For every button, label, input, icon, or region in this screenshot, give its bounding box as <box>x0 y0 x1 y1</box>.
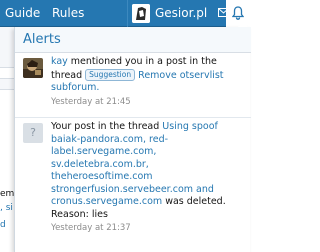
alert-user-link[interactable]: kay <box>51 56 68 67</box>
alerts-header: Alerts <box>15 27 251 53</box>
thread-prefix-badge: Suggestion <box>85 68 136 81</box>
nav-guide[interactable]: Guide <box>5 0 40 27</box>
top-nav-bar: Guide Rules Gesior.pl <box>0 0 250 28</box>
alert-message: kay mentioned you in a post in the threa… <box>51 56 243 108</box>
alert-reason: Reason: lies <box>51 208 108 220</box>
alerts-dropdown: Alerts kay mentioned you in a post in th… <box>14 22 251 252</box>
alert-text-suffix: was deleted. <box>162 196 226 207</box>
alert-text: Your post in the thread <box>51 121 163 132</box>
nav-username: Gesior.pl <box>155 6 208 20</box>
alert-timestamp: Yesterday at 21:37 <box>51 223 131 233</box>
alert-thread-link[interactable]: Using spoof baiak-pandora.com, red-label… <box>51 121 218 207</box>
background-link[interactable]: , si <box>0 203 13 213</box>
nav-user-menu[interactable]: Gesior.pl <box>127 0 217 27</box>
alert-item[interactable]: kay mentioned you in a post in the threa… <box>15 54 251 118</box>
alert-user-avatar[interactable] <box>23 58 43 78</box>
background-text-2: d <box>0 220 6 230</box>
alert-timestamp: Yesterday at 21:45 <box>51 96 131 107</box>
user-avatar <box>132 4 150 23</box>
nav-rules[interactable]: Rules <box>52 0 84 27</box>
alerts-title[interactable]: Alerts <box>23 32 61 47</box>
alert-item[interactable]: ? Your post in the thread Using spoof ba… <box>15 119 251 252</box>
unknown-avatar-icon: ? <box>23 123 43 143</box>
alert-message: Your post in the thread Using spoof baia… <box>51 121 243 235</box>
